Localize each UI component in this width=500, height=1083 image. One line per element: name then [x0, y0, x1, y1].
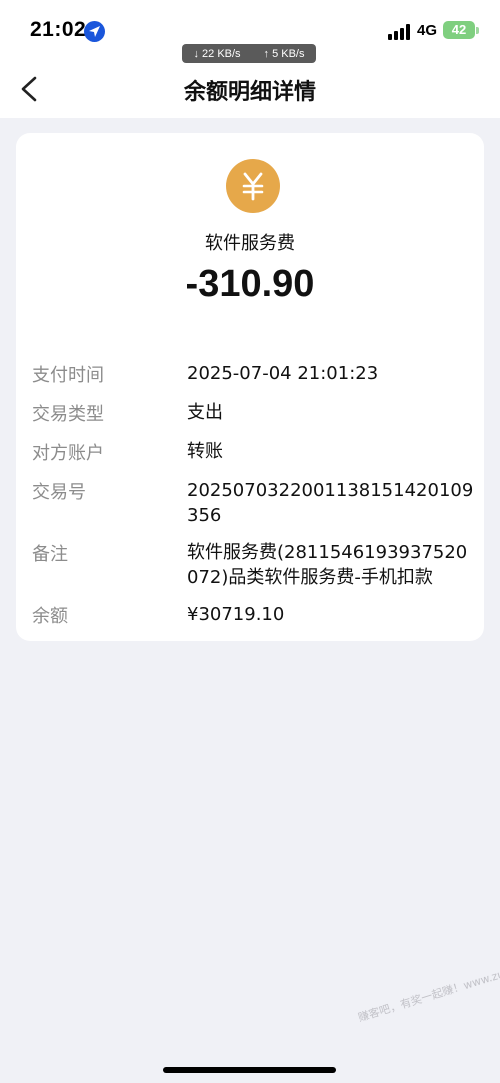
transaction-name: 软件服务费 [205, 233, 295, 254]
detail-value[interactable]: 2025070322001138151420109356 [187, 478, 477, 528]
detail-label: 余额 [32, 606, 68, 627]
battery-tip [476, 27, 479, 34]
location-arrow-icon [84, 21, 105, 42]
download-speed: ↓ 22 KB/s [193, 47, 241, 60]
detail-label: 交易类型 [32, 404, 104, 425]
detail-label: 交易号 [32, 482, 86, 503]
detail-value[interactable]: 转账 [187, 439, 477, 464]
detail-value[interactable]: 软件服务费(2811546193937520072)品类软件服务费-手机扣款 [187, 540, 477, 590]
detail-value[interactable]: ¥30719.10 [187, 602, 477, 627]
navigation-bar: 余额明细详情 [0, 66, 500, 112]
battery-level: 42 [451, 22, 467, 37]
watermark: 赚客吧，有奖一起赚！www.zuanke8.com [356, 949, 500, 1025]
detail-label: 备注 [32, 544, 68, 565]
network-type: 4G [417, 22, 438, 39]
upload-speed: ↑ 5 KB/s [263, 47, 305, 60]
header-area: 21:02 4G 42 ↓ 22 KB/s ↑ 5 KB/s 余额明细详情 [0, 0, 500, 118]
network-speed-indicator: ↓ 22 KB/s ↑ 5 KB/s [182, 44, 316, 63]
detail-value[interactable]: 2025-07-04 21:01:23 [187, 361, 477, 386]
page-title: 余额明细详情 [183, 80, 316, 105]
detail-label: 支付时间 [32, 365, 104, 386]
home-indicator[interactable] [163, 1067, 336, 1073]
status-time: 21:02 [30, 18, 87, 41]
yuan-coin-icon [226, 159, 280, 213]
battery-icon: 42 [443, 21, 475, 39]
cellular-signal-icon [388, 24, 412, 40]
detail-value[interactable]: 支出 [187, 400, 477, 425]
detail-label: 对方账户 [32, 443, 104, 464]
transaction-detail-card: 软件服务费 -310.90 支付时间 2025-07-04 21:01:23 交… [16, 133, 484, 641]
status-bar: 21:02 4G 42 [0, 0, 500, 44]
transaction-amount: -310.90 [185, 263, 315, 305]
